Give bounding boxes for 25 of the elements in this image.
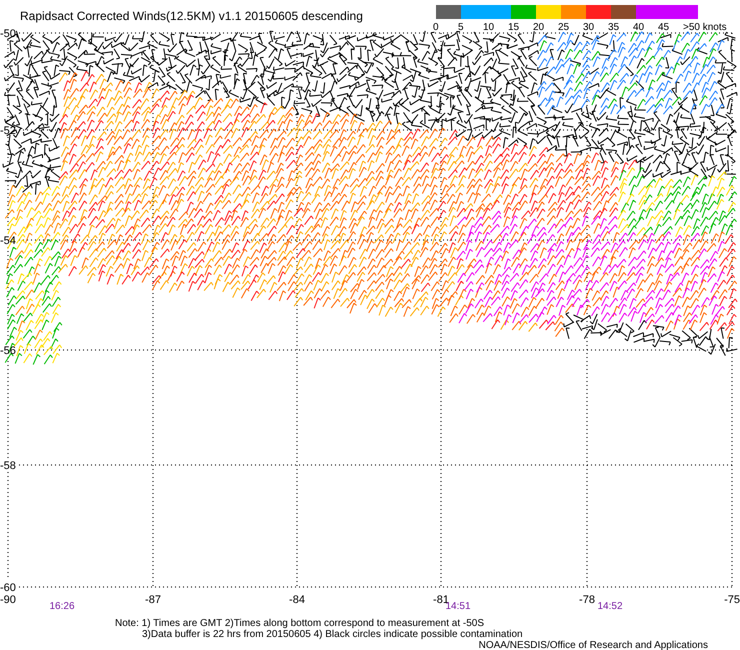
x-axis-label: -87 xyxy=(145,594,161,606)
x-axis-label: -75 xyxy=(724,594,740,606)
credit-text: NOAA/NESDIS/Office of Research and Applications xyxy=(478,640,708,650)
x-axis-label: -84 xyxy=(289,594,305,606)
scale-label: 5 xyxy=(458,22,464,33)
scale-label: 35 xyxy=(608,22,620,33)
x-axis-label: -78 xyxy=(579,594,595,606)
time-label: 14:52 xyxy=(597,601,623,612)
y-axis-label: -58 xyxy=(0,460,16,472)
x-axis-label: -90 xyxy=(0,594,16,606)
chart-title: Rapidsact Corrected Winds(12.5KM) v1.1 20150605 descending xyxy=(20,9,363,23)
scale-label: >50 knots xyxy=(683,22,727,33)
time-label: 14:51 xyxy=(445,601,471,612)
scale-label: 10 xyxy=(483,22,494,33)
scale-label: 45 xyxy=(658,22,670,33)
scale-label: 15 xyxy=(508,22,520,33)
scale-label: 30 xyxy=(583,22,594,33)
scale-label: 0 xyxy=(433,22,439,33)
note-text: 3)Data buffer is 22 hrs from 20150605 4) Black circles indicate possible contamination xyxy=(142,629,523,640)
y-axis-label: -60 xyxy=(0,582,16,594)
scale-label: 20 xyxy=(533,22,544,33)
scale-label: 40 xyxy=(633,22,644,33)
scale-label: 25 xyxy=(558,22,570,33)
time-label: 16:26 xyxy=(49,601,75,612)
note-text: Note: 1) Times are GMT 2)Times along bottom correspond to measurement at -50S xyxy=(115,618,484,629)
